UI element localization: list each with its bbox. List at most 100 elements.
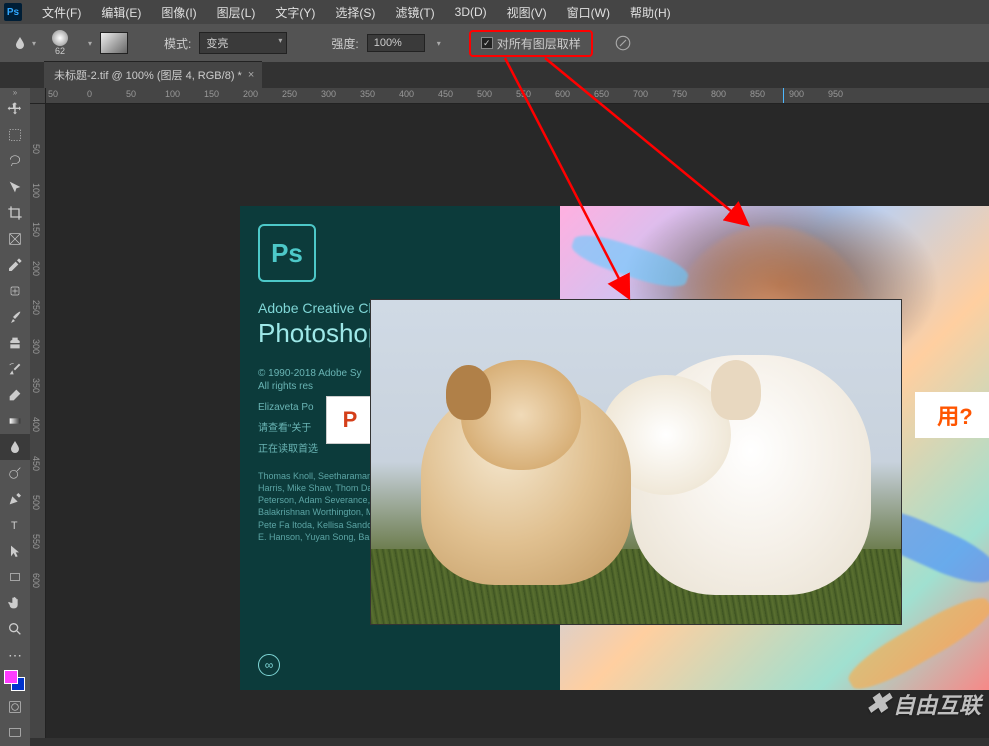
menu-layer[interactable]: 图层(L) bbox=[207, 0, 266, 25]
ruler-tick: 500 bbox=[31, 495, 41, 510]
expand-toolbox-icon[interactable]: » bbox=[0, 88, 30, 96]
clone-stamp-tool[interactable] bbox=[0, 330, 30, 356]
gradient-tool[interactable] bbox=[0, 408, 30, 434]
menu-bar: Ps 文件(F) 编辑(E) 图像(I) 图层(L) 文字(Y) 选择(S) 滤… bbox=[0, 0, 989, 24]
ruler-tick: 750 bbox=[672, 89, 687, 99]
ruler-vertical[interactable]: 50 100 150 200 250 300 350 400 450 500 5… bbox=[30, 104, 46, 738]
edit-toolbar-icon[interactable]: ⋯ bbox=[0, 642, 30, 668]
menu-select[interactable]: 选择(S) bbox=[325, 0, 385, 25]
menu-edit[interactable]: 编辑(E) bbox=[91, 0, 151, 25]
frame-tool[interactable] bbox=[0, 226, 30, 252]
current-tool-icon[interactable]: ▾ bbox=[12, 31, 36, 55]
work-area: 50 0 50 100 150 200 250 300 350 400 450 … bbox=[30, 88, 989, 738]
canvas-stage[interactable]: 用? Ps Adobe Creative Cl Photoshop © 1990… bbox=[46, 104, 989, 738]
chevron-down-icon[interactable]: ▾ bbox=[88, 39, 92, 48]
chevron-down-icon: ▾ bbox=[278, 36, 282, 45]
ruler-tick: 0 bbox=[87, 89, 92, 99]
menu-view[interactable]: 视图(V) bbox=[497, 0, 557, 25]
canvas-text-overlay: 用? bbox=[915, 392, 989, 438]
sample-all-layers-checkbox[interactable]: ✓ 对所有图层取样 bbox=[469, 30, 593, 57]
pen-tool[interactable] bbox=[0, 486, 30, 512]
menu-filter[interactable]: 滤镜(T) bbox=[385, 0, 444, 25]
ruler-tick: 450 bbox=[438, 89, 453, 99]
canvas-image-puppies bbox=[370, 299, 902, 625]
lasso-tool[interactable] bbox=[0, 148, 30, 174]
ruler-tick: 300 bbox=[31, 339, 41, 354]
ruler-tick: 450 bbox=[31, 456, 41, 471]
ruler-tick: 100 bbox=[165, 89, 180, 99]
ruler-tick: 150 bbox=[31, 222, 41, 237]
eraser-tool[interactable] bbox=[0, 382, 30, 408]
menu-3d[interactable]: 3D(D) bbox=[445, 1, 497, 23]
strength-label: 强度: bbox=[331, 35, 358, 52]
ruler-tick: 850 bbox=[750, 89, 765, 99]
ruler-tick: 50 bbox=[31, 144, 41, 154]
chevron-down-icon: ▾ bbox=[32, 39, 36, 48]
foreground-color-swatch[interactable] bbox=[4, 670, 18, 684]
quick-select-tool[interactable] bbox=[0, 174, 30, 200]
ruler-tick: 350 bbox=[360, 89, 375, 99]
brush-tool[interactable] bbox=[0, 304, 30, 330]
document-tab[interactable]: 未标题-2.tif @ 100% (图层 4, RGB/8) * × bbox=[44, 61, 262, 88]
ruler-tick: 350 bbox=[31, 378, 41, 393]
chevron-down-icon[interactable]: ▾ bbox=[437, 39, 441, 48]
ruler-tick: 550 bbox=[31, 534, 41, 549]
history-brush-tool[interactable] bbox=[0, 356, 30, 382]
ruler-tick: 600 bbox=[31, 573, 41, 588]
menu-help[interactable]: 帮助(H) bbox=[620, 0, 681, 25]
zoom-tool[interactable] bbox=[0, 616, 30, 642]
watermark-icon: ✖ bbox=[863, 687, 892, 720]
ruler-horizontal[interactable]: 50 0 50 100 150 200 250 300 350 400 450 … bbox=[46, 88, 989, 104]
ruler-tick: 400 bbox=[31, 417, 41, 432]
loading-badge: P bbox=[326, 396, 374, 444]
ruler-tick: 600 bbox=[555, 89, 570, 99]
rect-marquee-tool[interactable] bbox=[0, 122, 30, 148]
screen-mode-icon[interactable] bbox=[0, 720, 30, 746]
watermark-text: 自由互联 bbox=[893, 688, 981, 720]
ruler-tick: 400 bbox=[399, 89, 414, 99]
document-tab-title: 未标题-2.tif @ 100% (图层 4, RGB/8) * bbox=[54, 67, 242, 83]
ps-icon: Ps bbox=[258, 224, 316, 282]
blur-tool[interactable] bbox=[0, 434, 30, 460]
ruler-tick: 150 bbox=[204, 89, 219, 99]
color-swatches[interactable] bbox=[0, 668, 30, 694]
ruler-tick: 800 bbox=[711, 89, 726, 99]
ruler-tick: 650 bbox=[594, 89, 609, 99]
crop-tool[interactable] bbox=[0, 200, 30, 226]
checkbox-icon: ✓ bbox=[481, 37, 493, 49]
type-tool[interactable]: T bbox=[0, 512, 30, 538]
move-tool[interactable] bbox=[0, 96, 30, 122]
ruler-tick: 200 bbox=[243, 89, 258, 99]
ruler-tick: 250 bbox=[282, 89, 297, 99]
quick-mask-icon[interactable] bbox=[0, 694, 30, 720]
watermark: ✖ 自由互联 bbox=[866, 687, 981, 720]
brush-preset-picker[interactable]: 62 bbox=[44, 27, 76, 59]
close-icon[interactable]: × bbox=[248, 69, 254, 81]
toolbox: » T ⋯ bbox=[0, 88, 30, 746]
eyedropper-tool[interactable] bbox=[0, 252, 30, 278]
path-select-tool[interactable] bbox=[0, 538, 30, 564]
dodge-tool[interactable] bbox=[0, 460, 30, 486]
pressure-icon[interactable] bbox=[611, 31, 635, 55]
menu-type[interactable]: 文字(Y) bbox=[265, 0, 325, 25]
ruler-tick: 200 bbox=[31, 261, 41, 276]
brush-panel-icon[interactable] bbox=[100, 32, 128, 54]
svg-text:T: T bbox=[11, 520, 18, 532]
sample-all-layers-label: 对所有图层取样 bbox=[497, 35, 581, 52]
menu-file[interactable]: 文件(F) bbox=[32, 0, 91, 25]
ps-logo-icon: Ps bbox=[4, 3, 22, 21]
ruler-tick: 250 bbox=[31, 300, 41, 315]
options-bar: ▾ 62 ▾ 模式: 变亮▾ 强度: 100% ▾ ✓ 对所有图层取样 bbox=[0, 24, 989, 62]
spot-heal-tool[interactable] bbox=[0, 278, 30, 304]
rectangle-tool[interactable] bbox=[0, 564, 30, 590]
menu-window[interactable]: 窗口(W) bbox=[557, 0, 620, 25]
hand-tool[interactable] bbox=[0, 590, 30, 616]
mode-combo[interactable]: 变亮▾ bbox=[199, 32, 287, 54]
brush-size-label: 62 bbox=[55, 46, 65, 56]
ruler-tick: 550 bbox=[516, 89, 531, 99]
menu-image[interactable]: 图像(I) bbox=[151, 0, 206, 25]
strength-combo[interactable]: 100% bbox=[367, 34, 425, 52]
brush-preview-icon bbox=[52, 30, 68, 46]
ruler-tick: 50 bbox=[126, 89, 136, 99]
ruler-corner bbox=[30, 88, 46, 104]
